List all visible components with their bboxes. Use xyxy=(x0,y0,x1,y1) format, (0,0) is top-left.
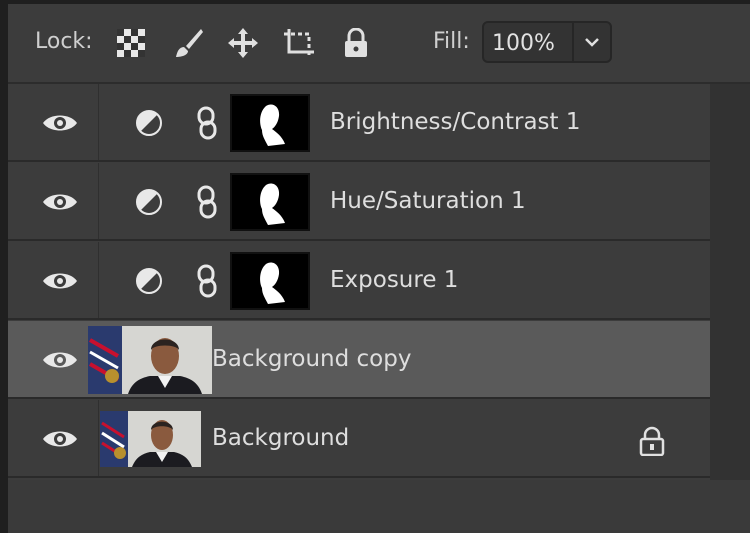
panel-empty-area xyxy=(8,480,750,533)
layer-name[interactable]: Brightness/Contrast 1 xyxy=(330,109,580,135)
visibility-column-divider xyxy=(98,242,99,318)
transparency-checker-icon xyxy=(117,29,145,57)
eye-visibility-icon[interactable] xyxy=(42,427,78,451)
lock-image-pixels-button[interactable] xyxy=(172,26,206,60)
layer-row[interactable]: Brightness/Contrast 1 xyxy=(8,84,710,162)
adjustment-layer-icon[interactable] xyxy=(135,267,163,295)
lock-all-button[interactable] xyxy=(339,26,373,60)
layer-thumbnail-portrait[interactable] xyxy=(100,411,201,467)
fill-value[interactable]: 100% xyxy=(492,31,555,56)
artboard-crop-icon xyxy=(284,29,314,57)
prevent-auto-nesting-button[interactable] xyxy=(282,26,316,60)
mask-link-icon[interactable] xyxy=(196,106,218,140)
mask-link-icon[interactable] xyxy=(196,264,218,298)
eye-visibility-icon[interactable] xyxy=(42,111,78,135)
layer-mask-thumbnail[interactable] xyxy=(230,94,310,152)
layer-thumbnail-portrait[interactable] xyxy=(88,326,212,394)
fill-divider xyxy=(572,23,574,61)
chevron-down-icon xyxy=(585,38,599,47)
layer-row[interactable]: Exposure 1 xyxy=(8,242,710,320)
layer-row[interactable]: Background xyxy=(8,400,710,478)
layer-locked-icon[interactable] xyxy=(638,426,666,456)
visibility-column-divider xyxy=(98,400,99,476)
fill-input[interactable]: 100% xyxy=(482,21,612,63)
fill-label: Fill: xyxy=(433,29,470,54)
mask-link-icon[interactable] xyxy=(196,185,218,219)
layer-row-selected[interactable]: Background copy xyxy=(8,321,710,399)
visibility-column-divider xyxy=(98,163,99,239)
eye-visibility-icon[interactable] xyxy=(42,190,78,214)
window-frame-left xyxy=(0,0,8,533)
brush-icon xyxy=(176,29,203,57)
lock-position-button[interactable] xyxy=(226,26,260,60)
lock-transparent-pixels-button[interactable] xyxy=(114,26,148,60)
adjustment-layer-icon[interactable] xyxy=(135,188,163,216)
padlock-icon xyxy=(345,28,367,57)
move-arrows-icon xyxy=(228,28,258,58)
fill-dropdown-button[interactable] xyxy=(576,29,608,55)
adjustment-layer-icon[interactable] xyxy=(135,109,163,137)
layer-mask-thumbnail[interactable] xyxy=(230,173,310,231)
layer-name[interactable]: Background xyxy=(212,425,349,451)
lock-label: Lock: xyxy=(35,29,93,54)
eye-visibility-icon[interactable] xyxy=(42,269,78,293)
lock-fill-toolbar: Lock: Fill: 100% xyxy=(8,4,750,84)
visibility-column-divider xyxy=(98,84,99,160)
layer-name[interactable]: Background copy xyxy=(212,346,411,372)
layer-name[interactable]: Exposure 1 xyxy=(330,267,458,293)
eye-visibility-icon[interactable] xyxy=(42,348,78,372)
layer-mask-thumbnail[interactable] xyxy=(230,252,310,310)
layer-name[interactable]: Hue/Saturation 1 xyxy=(330,188,526,214)
panel-scroll-gutter xyxy=(710,84,750,480)
layer-row[interactable]: Hue/Saturation 1 xyxy=(8,163,710,241)
